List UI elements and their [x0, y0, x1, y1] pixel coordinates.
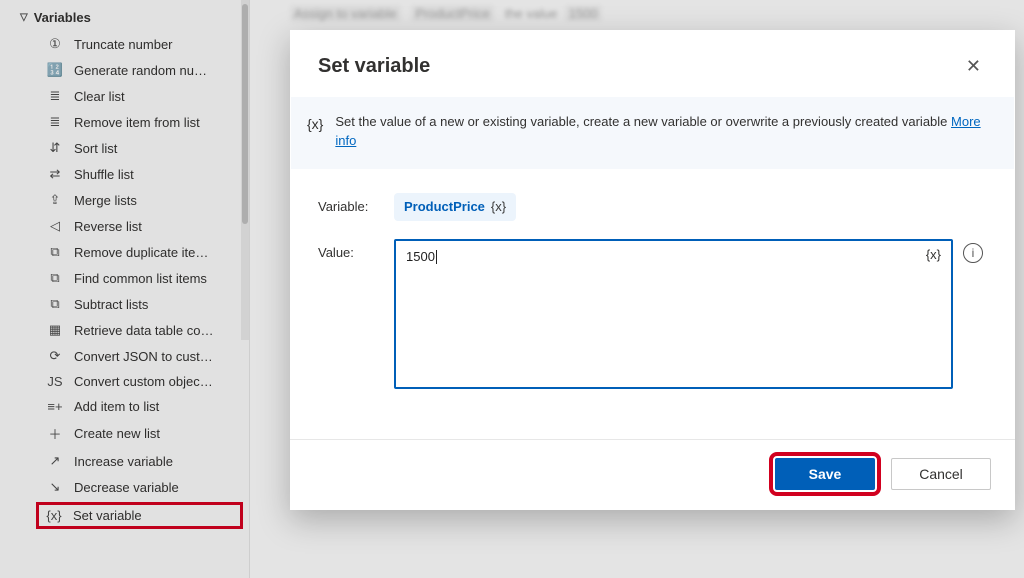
info-icon[interactable]: i: [963, 243, 983, 263]
variable-field-row: Variable: ProductPrice {x}: [318, 193, 987, 221]
dialog-info-text-body: Set the value of a new or existing varia…: [335, 114, 951, 129]
value-input[interactable]: 1500 {x}: [394, 239, 953, 389]
value-input-text: 1500: [406, 249, 435, 264]
close-icon[interactable]: ✕: [960, 52, 987, 81]
variable-icon: {x}: [307, 113, 323, 151]
dialog-body: Variable: ProductPrice {x} Value: 1500 {…: [290, 169, 1015, 439]
variable-chip-name: ProductPrice: [404, 199, 485, 214]
variable-field-label: Variable:: [318, 193, 388, 214]
dialog-header: Set variable ✕: [290, 30, 1015, 97]
cancel-button[interactable]: Cancel: [891, 458, 991, 490]
insert-variable-icon[interactable]: {x}: [926, 247, 941, 262]
dialog-title: Set variable: [318, 55, 430, 78]
dialog-info-banner: {x} Set the value of a new or existing v…: [291, 97, 1014, 169]
set-variable-dialog: Set variable ✕ {x} Set the value of a ne…: [290, 30, 1015, 510]
variable-field-value: ProductPrice {x}: [394, 193, 953, 221]
value-field-label: Value:: [318, 239, 388, 260]
dialog-footer: Save Cancel: [290, 439, 1015, 510]
dialog-info-text: Set the value of a new or existing varia…: [335, 113, 984, 151]
text-caret: [436, 250, 437, 264]
value-field-row: Value: 1500 {x} i: [318, 239, 987, 389]
save-button[interactable]: Save: [775, 458, 875, 490]
fx-icon: {x}: [491, 199, 506, 214]
variable-chip[interactable]: ProductPrice {x}: [394, 193, 516, 221]
